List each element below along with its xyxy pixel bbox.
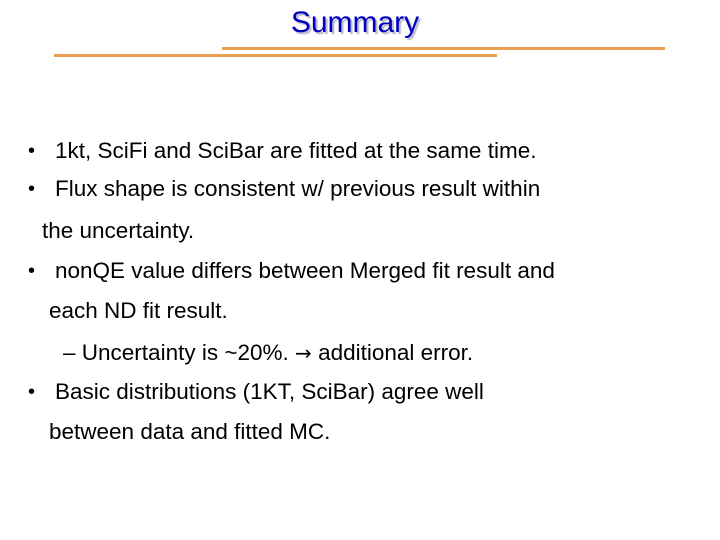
bullet-text-continuation: each ND fit result. xyxy=(49,298,228,323)
arrow-right-icon: → xyxy=(295,341,312,365)
title-underline-upper xyxy=(222,47,665,50)
slide-title: Summary xyxy=(290,6,420,39)
sub-bullet-dash: – xyxy=(63,340,76,365)
bullet-text-continuation: between data and fitted MC. xyxy=(49,419,331,444)
bullet-text: nonQE value differs between Merged fit r… xyxy=(55,258,555,283)
sub-bullet-text-after: additional error. xyxy=(318,340,474,365)
bullet-text: Basic distributions (1KT, SciBar) agree … xyxy=(55,379,484,404)
bullet-text-continuation: the uncertainty. xyxy=(42,218,195,243)
bullet-text: Flux shape is consistent w/ previous res… xyxy=(55,176,541,201)
title-underline-lower xyxy=(54,54,497,57)
bullet-marker: • xyxy=(28,178,36,200)
bullet-marker: • xyxy=(28,260,36,282)
bullet-marker: • xyxy=(28,381,36,403)
sub-bullet-text: Uncertainty is ~20%. xyxy=(81,340,289,365)
bullet-text: 1kt, SciFi and SciBar are fitted at the … xyxy=(55,138,537,163)
sub-bullet: – Uncertainty is ~20%. → additional erro… xyxy=(63,340,473,366)
bullet-marker: • xyxy=(28,140,36,162)
